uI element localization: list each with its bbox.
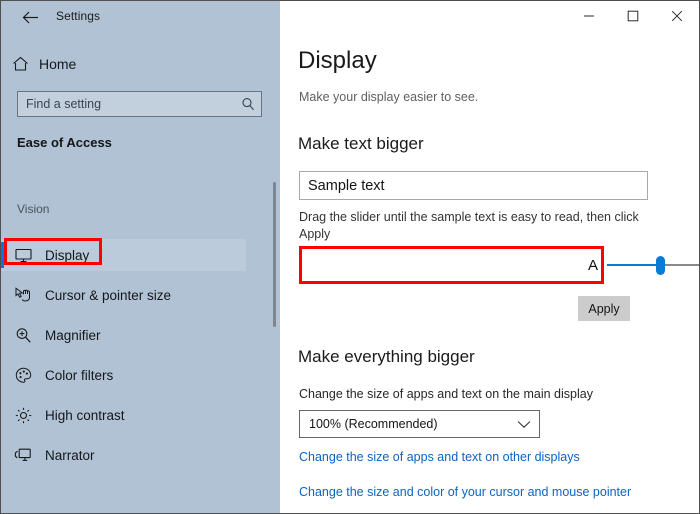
sidebar-item-label: High contrast (45, 407, 125, 423)
sidebar-item-home[interactable]: Home (1, 49, 241, 79)
search-input[interactable]: Find a setting (17, 91, 262, 117)
sidebar-item-label: Color filters (45, 367, 114, 383)
page-title: Display (298, 47, 377, 74)
window-controls (567, 1, 699, 31)
link-other-displays[interactable]: Change the size of apps and text on othe… (299, 450, 580, 464)
slider-thumb[interactable] (656, 256, 665, 275)
search-icon[interactable] (235, 97, 261, 111)
minimize-button[interactable] (567, 1, 611, 31)
slider-min-label: A (587, 256, 598, 274)
scale-dropdown-value: 100% (Recommended) (309, 417, 438, 431)
apply-button[interactable]: Apply (578, 296, 630, 321)
sidebar-item-cursor-pointer-size[interactable]: Cursor & pointer size (1, 279, 246, 311)
sample-text: Sample text (308, 177, 385, 194)
sidebar-home-label: Home (39, 56, 77, 72)
sidebar-item-label: Cursor & pointer size (45, 287, 172, 303)
sidebar-item-high-contrast[interactable]: High contrast (1, 399, 246, 431)
sidebar-item-narrator[interactable]: Narrator (1, 439, 246, 471)
palette-icon (1, 367, 45, 384)
sidebar-nav-list: Display Cursor & pointer size Magnifier … (1, 239, 280, 471)
sidebar-item-display[interactable]: Display (1, 239, 246, 271)
sidebar-item-label: Display (45, 247, 90, 263)
slider-fill (607, 264, 663, 266)
narrator-icon (1, 447, 45, 463)
settings-window: Settings Home Find a setting Ease of Acc… (0, 0, 700, 514)
section-heading-make-text-bigger: Make text bigger (298, 134, 424, 153)
sidebar-titlebar: Settings (1, 1, 280, 33)
sidebar-section-label: Vision (17, 202, 50, 216)
window-title: Settings (56, 9, 101, 23)
sidebar-item-color-filters[interactable]: Color filters (1, 359, 246, 391)
cursor-pointer-icon (1, 287, 45, 303)
main-content: Display Make your display easier to see.… (280, 1, 699, 513)
close-button[interactable] (655, 1, 699, 31)
chevron-down-icon (509, 420, 539, 429)
back-arrow-icon[interactable] (15, 6, 45, 28)
page-subtitle: Make your display easier to see. (299, 90, 479, 104)
slider-hint-text: Drag the slider until the sample text is… (299, 210, 639, 241)
sidebar-item-label: Narrator (45, 447, 95, 463)
sidebar-scrollbar[interactable] (273, 182, 276, 327)
sidebar-group-title: Ease of Access (17, 135, 112, 150)
maximize-button[interactable] (611, 1, 655, 31)
sample-text-box: Sample text (299, 171, 648, 200)
search-placeholder: Find a setting (26, 97, 102, 111)
text-size-slider[interactable]: A A (583, 251, 699, 279)
sidebar-item-label: Magnifier (45, 327, 101, 343)
section-heading-make-everything-bigger: Make everything bigger (298, 347, 475, 366)
scale-dropdown[interactable]: 100% (Recommended) (299, 410, 540, 438)
slider-track-area[interactable] (607, 254, 699, 276)
monitor-icon (1, 248, 45, 263)
magnifier-icon (1, 327, 45, 344)
scale-field-label: Change the size of apps and text on the … (299, 387, 593, 401)
home-icon (1, 56, 39, 72)
brightness-icon (1, 407, 45, 424)
link-cursor-mouse-pointer[interactable]: Change the size and color of your cursor… (299, 485, 631, 499)
sidebar: Settings Home Find a setting Ease of Acc… (1, 1, 280, 513)
sidebar-item-magnifier[interactable]: Magnifier (1, 319, 246, 351)
